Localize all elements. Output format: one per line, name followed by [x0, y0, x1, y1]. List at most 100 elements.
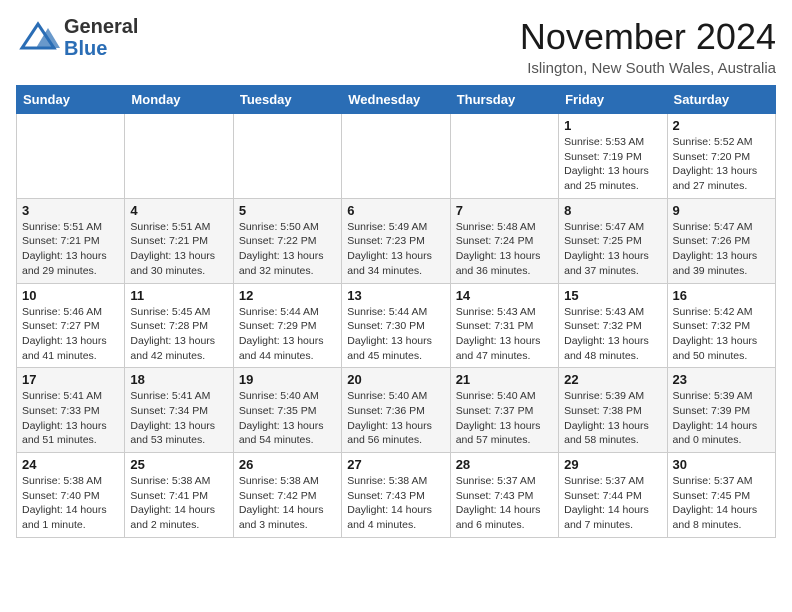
calendar-day-header: Sunday — [17, 86, 125, 114]
day-info: Sunrise: 5:38 AM Sunset: 7:41 PM Dayligh… — [130, 474, 227, 533]
day-number: 12 — [239, 288, 336, 303]
day-info: Sunrise: 5:51 AM Sunset: 7:21 PM Dayligh… — [22, 220, 119, 279]
calendar-day-header: Monday — [125, 86, 233, 114]
calendar-cell: 19Sunrise: 5:40 AM Sunset: 7:35 PM Dayli… — [233, 368, 341, 453]
header: General Blue November 2024 Islington, Ne… — [16, 16, 776, 77]
calendar-cell: 11 Sunrise: 5:45 AM Sunset: 7:28 PM Dayli… — [125, 283, 233, 368]
day-info: Sunrise: 5:39 AM Sunset: 7:38 PM Dayligh… — [564, 389, 661, 448]
day-number: 19 — [239, 372, 336, 387]
day-number: 30 — [673, 457, 770, 472]
day-number: 8 — [564, 203, 661, 218]
day-info: Sunrise: 5:47 AM Sunset: 7:26 PM Dayligh… — [673, 220, 770, 279]
calendar-cell: 14 Sunrise: 5:43 AM Sunset: 7:31 PM Dayli… — [450, 283, 558, 368]
day-number: 7 — [456, 203, 553, 218]
month-title: November 2024 — [520, 16, 776, 58]
day-number: 1 — [564, 118, 661, 133]
calendar-cell: 4 Sunrise: 5:51 AM Sunset: 7:21 PM Daylig… — [125, 198, 233, 283]
calendar-cell: 15Sunrise: 5:43 AM Sunset: 7:32 PM Dayli… — [559, 283, 667, 368]
calendar-cell: 6Sunrise: 5:49 AM Sunset: 7:23 PM Daylig… — [342, 198, 450, 283]
calendar-cell: 9 Sunrise: 5:47 AM Sunset: 7:26 PM Daylig… — [667, 198, 775, 283]
day-info: Sunrise: 5:52 AM Sunset: 7:20 PM Dayligh… — [673, 135, 770, 194]
calendar-week-row: 1 Sunrise: 5:53 AM Sunset: 7:19 PM Daylig… — [17, 114, 776, 199]
day-info: Sunrise: 5:38 AM Sunset: 7:43 PM Dayligh… — [347, 474, 444, 533]
day-info: Sunrise: 5:53 AM Sunset: 7:19 PM Dayligh… — [564, 135, 661, 194]
calendar-cell: 17 Sunrise: 5:41 AM Sunset: 7:33 PM Dayli… — [17, 368, 125, 453]
calendar-table: SundayMondayTuesdayWednesdayThursdayFrid… — [16, 85, 776, 538]
day-info: Sunrise: 5:40 AM Sunset: 7:36 PM Dayligh… — [347, 389, 444, 448]
calendar-cell — [450, 114, 558, 199]
day-number: 9 — [673, 203, 770, 218]
day-info: Sunrise: 5:46 AM Sunset: 7:27 PM Dayligh… — [22, 305, 119, 364]
title-area: November 2024 Islington, New South Wales… — [520, 16, 776, 77]
logo-general: General — [64, 16, 138, 38]
day-number: 15 — [564, 288, 661, 303]
day-info: Sunrise: 5:37 AM Sunset: 7:45 PM Dayligh… — [673, 474, 770, 533]
calendar-day-header: Tuesday — [233, 86, 341, 114]
day-number: 18 — [130, 372, 227, 387]
calendar-day-header: Friday — [559, 86, 667, 114]
day-number: 4 — [130, 203, 227, 218]
calendar-cell: 13 Sunrise: 5:44 AM Sunset: 7:30 PM Dayli… — [342, 283, 450, 368]
day-number: 2 — [673, 118, 770, 133]
day-info: Sunrise: 5:44 AM Sunset: 7:30 PM Dayligh… — [347, 305, 444, 364]
day-number: 5 — [239, 203, 336, 218]
calendar-cell: 7 Sunrise: 5:48 AM Sunset: 7:24 PM Daylig… — [450, 198, 558, 283]
calendar-cell: 16Sunrise: 5:42 AM Sunset: 7:32 PM Dayli… — [667, 283, 775, 368]
day-info: Sunrise: 5:50 AM Sunset: 7:22 PM Dayligh… — [239, 220, 336, 279]
calendar-cell: 5 Sunrise: 5:50 AM Sunset: 7:22 PM Daylig… — [233, 198, 341, 283]
calendar-cell: 21Sunrise: 5:40 AM Sunset: 7:37 PM Dayli… — [450, 368, 558, 453]
calendar-cell: 8 Sunrise: 5:47 AM Sunset: 7:25 PM Daylig… — [559, 198, 667, 283]
calendar-cell — [342, 114, 450, 199]
calendar-cell: 27 Sunrise: 5:38 AM Sunset: 7:43 PM Dayli… — [342, 453, 450, 538]
day-number: 28 — [456, 457, 553, 472]
day-number: 11 — [130, 288, 227, 303]
calendar-cell — [125, 114, 233, 199]
day-number: 24 — [22, 457, 119, 472]
day-info: Sunrise: 5:41 AM Sunset: 7:33 PM Dayligh… — [22, 389, 119, 448]
calendar-cell: 18 Sunrise: 5:41 AM Sunset: 7:34 PM Dayli… — [125, 368, 233, 453]
day-info: Sunrise: 5:41 AM Sunset: 7:34 PM Dayligh… — [130, 389, 227, 448]
day-number: 14 — [456, 288, 553, 303]
day-number: 16 — [673, 288, 770, 303]
day-number: 25 — [130, 457, 227, 472]
calendar-week-row: 10Sunrise: 5:46 AM Sunset: 7:27 PM Dayli… — [17, 283, 776, 368]
calendar-cell: 1 Sunrise: 5:53 AM Sunset: 7:19 PM Daylig… — [559, 114, 667, 199]
day-number: 22 — [564, 372, 661, 387]
calendar-cell: 10Sunrise: 5:46 AM Sunset: 7:27 PM Dayli… — [17, 283, 125, 368]
calendar-cell: 28Sunrise: 5:37 AM Sunset: 7:43 PM Dayli… — [450, 453, 558, 538]
logo-blue: Blue — [64, 38, 107, 60]
day-info: Sunrise: 5:38 AM Sunset: 7:40 PM Dayligh… — [22, 474, 119, 533]
day-info: Sunrise: 5:37 AM Sunset: 7:44 PM Dayligh… — [564, 474, 661, 533]
calendar-cell: 26Sunrise: 5:38 AM Sunset: 7:42 PM Dayli… — [233, 453, 341, 538]
day-info: Sunrise: 5:51 AM Sunset: 7:21 PM Dayligh… — [130, 220, 227, 279]
day-number: 17 — [22, 372, 119, 387]
calendar-week-row: 3 Sunrise: 5:51 AM Sunset: 7:21 PM Daylig… — [17, 198, 776, 283]
calendar-day-header: Saturday — [667, 86, 775, 114]
calendar-header-row: SundayMondayTuesdayWednesdayThursdayFrid… — [17, 86, 776, 114]
day-info: Sunrise: 5:43 AM Sunset: 7:31 PM Dayligh… — [456, 305, 553, 364]
calendar-cell: 20 Sunrise: 5:40 AM Sunset: 7:36 PM Dayli… — [342, 368, 450, 453]
day-info: Sunrise: 5:45 AM Sunset: 7:28 PM Dayligh… — [130, 305, 227, 364]
day-number: 29 — [564, 457, 661, 472]
day-number: 13 — [347, 288, 444, 303]
calendar-cell: 24 Sunrise: 5:38 AM Sunset: 7:40 PM Dayli… — [17, 453, 125, 538]
day-number: 23 — [673, 372, 770, 387]
day-number: 3 — [22, 203, 119, 218]
location-title: Islington, New South Wales, Australia — [520, 60, 776, 77]
calendar-week-row: 17 Sunrise: 5:41 AM Sunset: 7:33 PM Dayli… — [17, 368, 776, 453]
calendar-cell: 25 Sunrise: 5:38 AM Sunset: 7:41 PM Dayli… — [125, 453, 233, 538]
day-number: 21 — [456, 372, 553, 387]
calendar-cell — [17, 114, 125, 199]
day-number: 26 — [239, 457, 336, 472]
day-info: Sunrise: 5:48 AM Sunset: 7:24 PM Dayligh… — [456, 220, 553, 279]
logo-icon — [16, 20, 60, 56]
calendar-cell: 2 Sunrise: 5:52 AM Sunset: 7:20 PM Daylig… — [667, 114, 775, 199]
day-number: 27 — [347, 457, 444, 472]
day-info: Sunrise: 5:47 AM Sunset: 7:25 PM Dayligh… — [564, 220, 661, 279]
calendar-cell: 30 Sunrise: 5:37 AM Sunset: 7:45 PM Dayli… — [667, 453, 775, 538]
calendar-cell — [233, 114, 341, 199]
day-info: Sunrise: 5:39 AM Sunset: 7:39 PM Dayligh… — [673, 389, 770, 448]
calendar-cell: 3 Sunrise: 5:51 AM Sunset: 7:21 PM Daylig… — [17, 198, 125, 283]
day-number: 20 — [347, 372, 444, 387]
calendar-cell: 29 Sunrise: 5:37 AM Sunset: 7:44 PM Dayli… — [559, 453, 667, 538]
